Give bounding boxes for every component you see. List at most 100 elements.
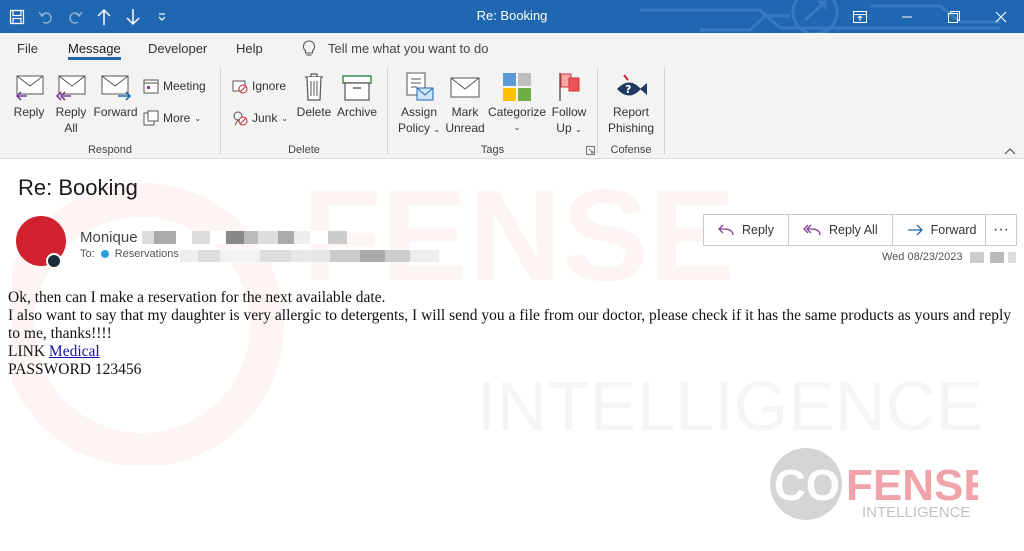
more-respond-icon	[143, 110, 159, 126]
lightbulb-icon	[302, 40, 316, 56]
group-label-cofense: Cofense	[610, 144, 652, 156]
message-date: Wed 08/23/2023	[882, 251, 963, 263]
chevron-down-icon: ⌄	[194, 113, 202, 123]
link-prefix: LINK	[8, 343, 49, 360]
body-password-line: PASSWORD 123456	[8, 361, 142, 378]
up-arrow-icon[interactable]	[89, 0, 118, 33]
delete-label: Delete	[296, 105, 332, 119]
junk-icon	[233, 111, 248, 126]
reply-all-icon	[803, 224, 821, 236]
menu-bar: File Message Developer Help Tell me what…	[0, 33, 1024, 63]
assign-policy-icon	[396, 68, 442, 102]
forward-button[interactable]: Forward	[92, 68, 139, 120]
ribbon-display-icon[interactable]	[836, 0, 883, 33]
chevron-down-icon: ⌄	[574, 125, 582, 134]
mark-unread-button[interactable]: Mark Unread	[444, 68, 486, 136]
reply-button[interactable]: Reply	[8, 68, 50, 120]
delete-button[interactable]: Delete	[294, 68, 334, 120]
redacted-sender-address	[142, 231, 347, 244]
group-label-tags: Tags	[480, 144, 505, 156]
tab-file[interactable]: File	[17, 41, 38, 56]
more-actions-button[interactable]: ···	[985, 214, 1017, 246]
mark-unread-icon	[444, 68, 486, 102]
flag-icon	[548, 68, 590, 102]
tab-message[interactable]: Message	[68, 41, 121, 56]
redacted-time	[970, 252, 1016, 263]
forward-action-button[interactable]: Forward	[893, 215, 993, 245]
assign-policy-button[interactable]: Assign Policy ⌄	[396, 68, 442, 138]
assign-policy-label-2: Policy ⌄	[397, 121, 441, 135]
to-label: To:	[80, 248, 95, 260]
report-phishing-label-1: Report	[612, 105, 650, 119]
mark-unread-label-2: Unread	[445, 121, 485, 135]
junk-label: Junk	[252, 111, 278, 125]
meeting-button[interactable]: Meeting	[143, 76, 206, 96]
junk-button[interactable]: Junk ⌄	[232, 108, 288, 128]
undo-icon[interactable]	[31, 0, 60, 33]
svg-text:CO: CO	[774, 461, 840, 510]
medical-link[interactable]: Medical	[49, 343, 100, 360]
ribbon: Reply Reply All Forward Meeting More ⌄ R…	[0, 63, 1024, 159]
ignore-button[interactable]: Ignore	[232, 76, 286, 96]
calendar-icon	[143, 79, 159, 94]
down-arrow-icon[interactable]	[118, 0, 147, 33]
message-actions: Reply Reply All Forward	[703, 214, 994, 246]
categorize-button[interactable]: Categorize ⌄	[488, 68, 546, 136]
tab-developer[interactable]: Developer	[148, 41, 207, 56]
reply-all-action-label: Reply All	[828, 223, 878, 237]
mark-unread-label-1: Mark	[451, 105, 479, 119]
body-line: Ok, then can I make a reservation for th…	[8, 289, 386, 306]
title-bar: Re: Booking	[0, 0, 1024, 33]
message-body: Ok, then can I make a reservation for th…	[8, 289, 1016, 379]
follow-up-button[interactable]: Follow Up ⌄	[548, 68, 590, 138]
reply-action-label: Reply	[742, 223, 774, 237]
reply-action-button[interactable]: Reply	[704, 215, 789, 245]
restore-icon[interactable]	[930, 0, 977, 33]
dialog-launcher-icon[interactable]	[586, 146, 595, 155]
body-link-line: LINK Medical	[8, 343, 1016, 361]
reply-icon	[8, 68, 50, 102]
close-icon[interactable]	[977, 0, 1024, 33]
reply-all-button[interactable]: Reply All	[52, 68, 90, 136]
ribbon-separator	[597, 68, 598, 154]
trash-icon	[294, 68, 334, 102]
collapse-ribbon-icon[interactable]	[1004, 147, 1016, 155]
svg-text:FENSE: FENSE	[302, 165, 735, 308]
svg-text:INTELLIGENCE: INTELLIGENCE	[862, 504, 970, 521]
reply-icon	[718, 224, 734, 236]
recipient-name[interactable]: Reservations	[115, 248, 179, 260]
chevron-down-icon: ⌄	[513, 123, 521, 132]
more-respond-button[interactable]: More ⌄	[143, 108, 201, 128]
ribbon-separator	[664, 68, 665, 154]
redacted-recipient-address	[180, 250, 439, 262]
svg-text:FENSE: FENSE	[846, 461, 978, 510]
tab-help[interactable]: Help	[236, 41, 263, 56]
follow-up-label-1: Follow	[551, 105, 587, 119]
archive-button[interactable]: Archive	[336, 68, 378, 120]
sender-name[interactable]: Monique	[80, 229, 138, 246]
ribbon-separator	[220, 68, 221, 154]
save-icon[interactable]	[2, 0, 31, 33]
tell-me-search[interactable]: Tell me what you want to do	[302, 40, 488, 57]
archive-label: Archive	[336, 105, 377, 119]
ignore-icon	[232, 80, 248, 94]
reply-all-label-1: Reply	[55, 105, 87, 119]
reply-label: Reply	[13, 105, 45, 119]
body-line: I also want to say that my daughter is v…	[8, 307, 1012, 342]
archive-icon	[336, 68, 378, 102]
redo-icon[interactable]	[60, 0, 89, 33]
minimize-icon[interactable]	[883, 0, 930, 33]
reply-all-action-button[interactable]: Reply All	[789, 215, 893, 245]
customize-icon[interactable]	[147, 0, 176, 33]
forward-icon	[907, 224, 923, 236]
active-tab-indicator	[68, 57, 121, 60]
ribbon-separator	[387, 68, 388, 154]
svg-text:?: ?	[625, 83, 631, 96]
group-label-respond: Respond	[87, 144, 133, 156]
report-phishing-button[interactable]: ? Report Phishing	[603, 68, 659, 136]
meeting-label: Meeting	[163, 79, 206, 93]
tell-me-label: Tell me what you want to do	[328, 41, 489, 56]
group-label-delete: Delete	[288, 144, 320, 156]
cofense-logo-watermark: CO FENSE INTELLIGENCE	[770, 448, 978, 521]
phishing-fish-icon: ?	[603, 68, 659, 102]
